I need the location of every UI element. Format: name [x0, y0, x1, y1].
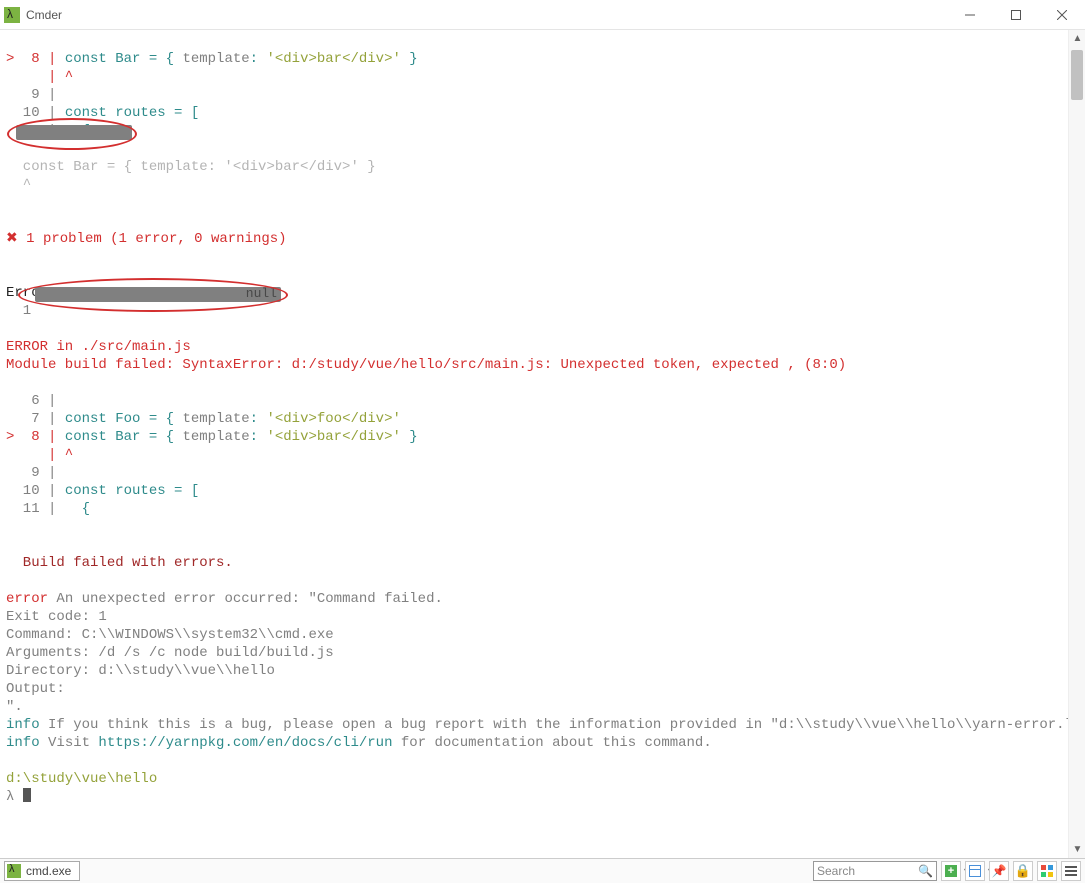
menu-button[interactable]: [1061, 861, 1081, 881]
error-in: ERROR in ./src/main.js: [6, 339, 191, 355]
scroll-down-arrow[interactable]: ▼: [1069, 841, 1085, 858]
search-placeholder: Search: [817, 864, 918, 878]
search-box[interactable]: Search 🔍: [813, 861, 937, 881]
cursor: [23, 788, 31, 802]
minimize-button[interactable]: [947, 0, 993, 30]
prompt-lambda: λ: [6, 789, 23, 805]
window-menu-button[interactable]: ▾: [965, 861, 985, 881]
scroll-up-arrow[interactable]: ▲: [1069, 30, 1085, 47]
scroll-thumb[interactable]: [1071, 50, 1083, 100]
title-bar: Cmder: [0, 0, 1085, 30]
new-console-button[interactable]: +▾: [941, 861, 961, 881]
tab-label: cmd.exe: [26, 864, 71, 878]
annotation-circle: [18, 278, 288, 312]
tab-icon: [7, 864, 21, 878]
app-icon: [4, 7, 20, 23]
cwd-path: d:\study\vue\hello: [6, 771, 157, 787]
always-on-top-button[interactable]: 📌: [989, 861, 1009, 881]
maximize-button[interactable]: [993, 0, 1039, 30]
window-controls: [947, 0, 1085, 30]
problem-summary: 1 problem (1 error, 0 warnings): [18, 231, 287, 247]
annotation-circle: [7, 118, 137, 150]
close-button[interactable]: [1039, 0, 1085, 30]
lock-button[interactable]: 🔒: [1013, 861, 1033, 881]
terminal-output[interactable]: > 8 | const Bar = { template: '<div>bar<…: [0, 30, 1068, 858]
window-title: Cmder: [26, 8, 62, 22]
summary-x-icon: ✖: [6, 231, 18, 247]
module-build-failed: Module build failed: SyntaxError: d:/stu…: [6, 357, 846, 373]
tiles-button[interactable]: [1037, 861, 1057, 881]
build-failed: Build failed with errors.: [6, 555, 233, 571]
terminal-area: > 8 | const Bar = { template: '<div>bar<…: [0, 30, 1085, 858]
console-tab[interactable]: cmd.exe: [4, 861, 80, 881]
search-icon[interactable]: 🔍: [918, 864, 933, 878]
error-mark: > 8 |: [6, 51, 65, 67]
vertical-scrollbar[interactable]: ▲ ▼: [1068, 30, 1085, 858]
status-bar: cmd.exe Search 🔍 +▾ ▾ 📌 🔒: [0, 858, 1085, 883]
